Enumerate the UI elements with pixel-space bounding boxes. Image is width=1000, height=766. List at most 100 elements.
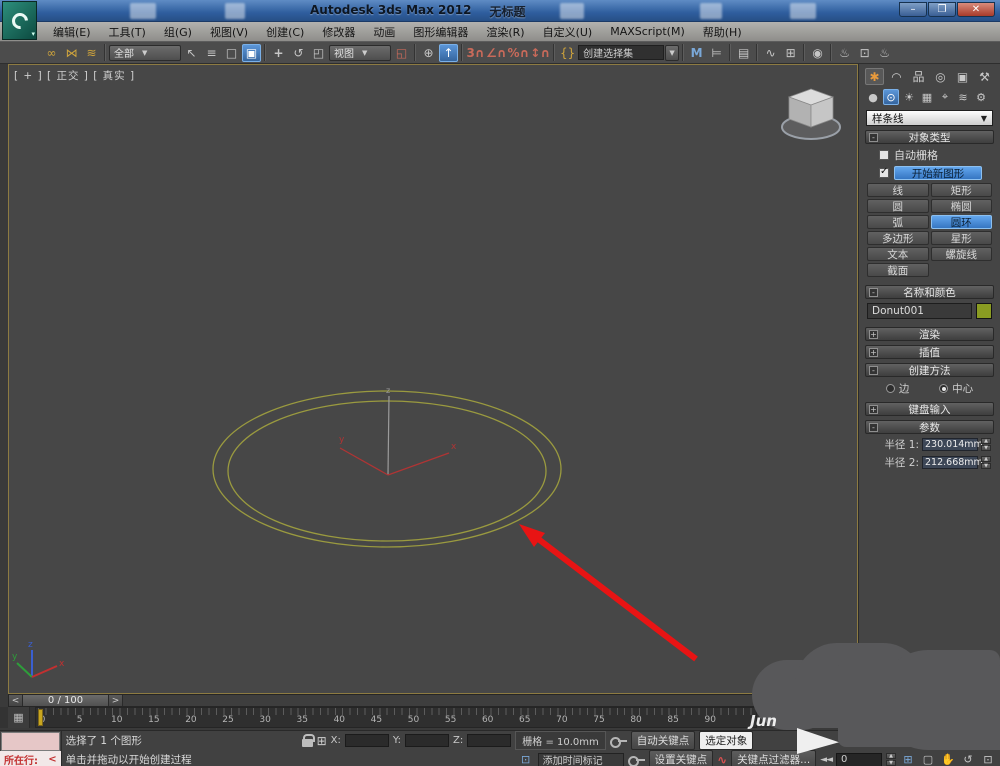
donut-outer-circle[interactable] <box>213 391 561 547</box>
object-color-swatch[interactable] <box>976 303 992 319</box>
reference-coordinate-dropdown[interactable]: 视图 ▼ <box>329 45 391 61</box>
object-name-field[interactable]: Donut001 <box>867 303 972 319</box>
shapes-category-icon[interactable]: ⊙ <box>883 89 899 105</box>
center-radio-item[interactable]: 中心 <box>939 381 973 396</box>
radius1-spinner[interactable]: ▲ ▼ <box>981 438 991 451</box>
radius2-field[interactable]: 212.668mm <box>922 456 978 469</box>
key-curve-icon[interactable]: ∿ <box>717 753 727 766</box>
current-frame-field[interactable]: 0 <box>836 753 882 766</box>
collapse-icon[interactable]: - <box>869 366 878 375</box>
align-icon[interactable]: ⊨ <box>707 44 726 62</box>
select-object-icon[interactable]: ↖ <box>182 44 201 62</box>
angle-snap-icon[interactable]: ∠∩ <box>486 44 507 62</box>
select-and-scale-icon[interactable]: ◰ <box>309 44 328 62</box>
autogrid-checkbox[interactable] <box>879 150 889 160</box>
time-slider-handle[interactable]: 0 / 100 <box>23 695 109 706</box>
key-filters-button[interactable]: 关键点过滤器... <box>731 750 816 766</box>
hierarchy-tab-icon[interactable]: 品 <box>909 68 928 85</box>
select-and-rotate-icon[interactable]: ↺ <box>289 44 308 62</box>
start-new-shape-checkbox[interactable] <box>879 168 889 178</box>
menu-item[interactable]: 图形编辑器 <box>404 24 477 40</box>
orbit-view-icon[interactable]: ↺ <box>960 752 976 766</box>
maxscript-mini-listener[interactable]: 所在行: < <box>0 731 62 766</box>
spinner-up-icon[interactable]: ▲ <box>981 456 991 462</box>
snap-toggle-3d-icon[interactable]: 3∩ <box>466 44 485 62</box>
ellipse-button[interactable]: 椭圆 <box>931 199 993 213</box>
3dsmax-logo[interactable]: ▾ <box>2 1 37 40</box>
shape-class-dropdown[interactable]: 样条线 ▼ <box>866 110 993 126</box>
maximize-viewport-icon[interactable]: ⊡ <box>980 752 996 766</box>
selection-filter-dropdown[interactable]: 全部 ▼ <box>109 45 181 61</box>
spinner-up-icon[interactable]: ▲ <box>886 753 896 759</box>
interpolation-header[interactable]: + 插值 <box>865 345 994 359</box>
pan-view-icon[interactable]: ✋ <box>940 752 956 766</box>
line-button[interactable]: 线 <box>867 183 929 197</box>
circle-button[interactable]: 圆 <box>867 199 929 213</box>
mirror-icon[interactable]: M <box>687 44 706 62</box>
menu-item[interactable]: MAXScript(M) <box>601 25 694 38</box>
render-setup-icon[interactable]: ♨ <box>835 44 854 62</box>
menu-item[interactable]: 编辑(E) <box>44 24 100 40</box>
text-button[interactable]: 文本 <box>867 247 929 261</box>
center-radio[interactable] <box>939 384 948 393</box>
frame-marker[interactable] <box>38 709 43 726</box>
zoom-region-mode-icon[interactable]: ▢ <box>920 752 936 766</box>
close-button[interactable]: ✕ <box>957 2 995 17</box>
curve-editor-icon[interactable]: ∿ <box>761 44 780 62</box>
spinner-down-icon[interactable]: ▼ <box>981 463 991 469</box>
rectangular-region-icon[interactable]: □ <box>222 44 241 62</box>
utilities-tab-icon[interactable]: ⚒ <box>975 68 994 85</box>
section-button[interactable]: 截面 <box>867 263 929 277</box>
macro-recorder-line[interactable] <box>1 732 60 751</box>
create-tab-icon[interactable]: ✱ <box>865 68 884 85</box>
collapse-icon[interactable]: - <box>869 423 878 432</box>
selected-filter-button[interactable]: 选定对象 <box>699 731 753 750</box>
object-type-header[interactable]: - 对象类型 <box>865 130 994 144</box>
viewport-label[interactable]: [ + ] [ 正交 ] [ 真实 ] <box>14 68 135 83</box>
schematic-view-icon[interactable]: ⊞ <box>781 44 800 62</box>
rendered-frame-window-icon[interactable]: ⊡ <box>855 44 874 62</box>
selection-lock-icon[interactable] <box>302 739 313 747</box>
keyboard-override-toggle-icon[interactable]: ↑ <box>439 44 458 62</box>
time-slider-prev-icon[interactable]: < <box>9 695 23 706</box>
absolute-mode-icon[interactable]: ⊞ <box>317 734 327 748</box>
rendering-header[interactable]: + 渲染 <box>865 327 994 341</box>
name-color-header[interactable]: - 名称和颜色 <box>865 285 994 299</box>
collapse-icon[interactable]: - <box>869 133 878 142</box>
add-time-tag-field[interactable]: 添加时间标记 <box>538 753 624 766</box>
radius1-field[interactable]: 230.014mm <box>922 438 978 451</box>
x-coordinate-field[interactable] <box>345 734 389 747</box>
frame-spinner[interactable]: ▲ ▼ <box>886 753 896 766</box>
expand-icon[interactable]: + <box>869 348 878 357</box>
display-tab-icon[interactable]: ▣ <box>953 68 972 85</box>
time-slider[interactable]: < 0 / 100 > <box>8 694 857 707</box>
spinner-down-icon[interactable]: ▼ <box>981 445 991 451</box>
bind-to-spacewarp-icon[interactable]: ≋ <box>82 44 101 62</box>
listener-line[interactable]: 所在行: < <box>0 751 61 766</box>
edit-named-selections-icon[interactable]: {} <box>558 44 577 62</box>
percent-snap-icon[interactable]: %∩ <box>508 44 530 62</box>
helpers-category-icon[interactable]: ⌖ <box>937 89 953 105</box>
parameters-header[interactable]: - 参数 <box>865 420 994 434</box>
select-by-name-icon[interactable]: ≡ <box>202 44 221 62</box>
ngon-button[interactable]: 多边形 <box>867 231 929 245</box>
donut-button[interactable]: 圆环 <box>931 215 993 229</box>
spinner-down-icon[interactable]: ▼ <box>886 760 896 766</box>
menu-item[interactable]: 修改器 <box>313 24 364 40</box>
trackbar-ruler[interactable]: 051015202530354045505560657075808590 <box>35 707 757 728</box>
render-production-icon[interactable]: ♨ <box>875 44 894 62</box>
restore-button[interactable]: ❐ <box>928 2 956 17</box>
set-keys-icon[interactable] <box>610 735 627 746</box>
systems-category-icon[interactable]: ⚙ <box>973 89 989 105</box>
edge-radio[interactable] <box>886 384 895 393</box>
set-key-button[interactable]: 设置关键点 <box>649 750 714 766</box>
unlink-selection-icon[interactable]: ⋈ <box>62 44 81 62</box>
expand-icon[interactable]: + <box>869 405 878 414</box>
set-key-icon[interactable] <box>628 754 645 765</box>
time-slider-next-icon[interactable]: > <box>109 695 123 706</box>
radius2-spinner[interactable]: ▲ ▼ <box>981 456 991 469</box>
select-and-move-icon[interactable]: + <box>269 44 288 62</box>
star-button[interactable]: 星形 <box>931 231 993 245</box>
auto-key-button[interactable]: 自动关键点 <box>631 731 696 750</box>
named-selection-dropdown[interactable]: ▼ <box>665 45 679 61</box>
